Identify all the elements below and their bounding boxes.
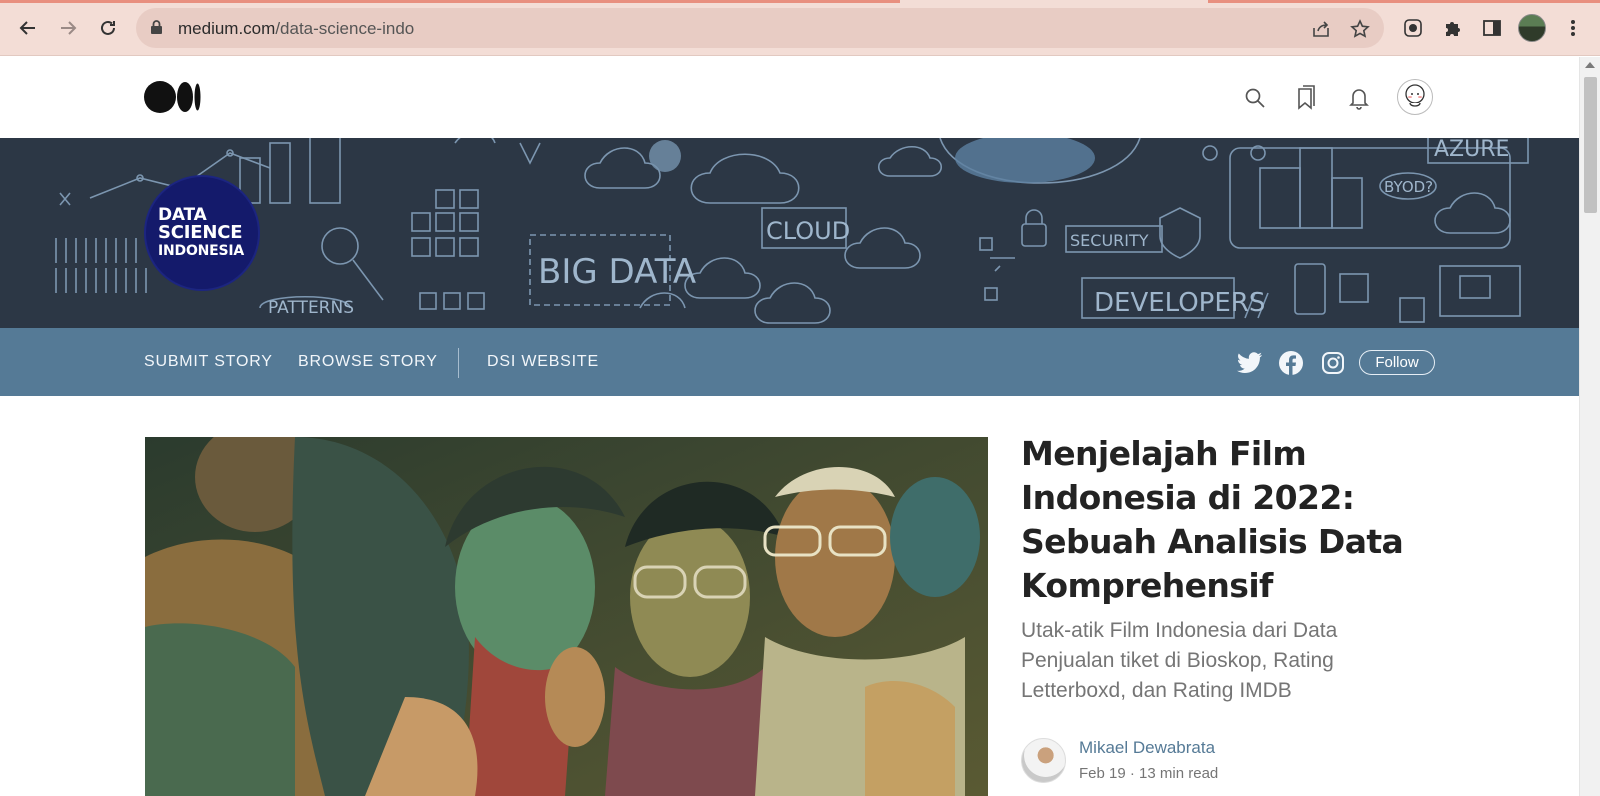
publication-logo[interactable]: DATA SCIENCE INDONESIA	[144, 175, 260, 291]
page-scrollbar[interactable]	[1579, 57, 1600, 796]
forward-arrow-icon[interactable]	[54, 14, 82, 42]
svg-text:AZURE: AZURE	[1434, 138, 1509, 162]
article-read-time: 13 min read	[1139, 765, 1219, 782]
kebab-menu-icon[interactable]	[1560, 15, 1586, 41]
tab-strip-accent	[0, 0, 900, 3]
author-avatar[interactable]	[1021, 738, 1066, 783]
bell-icon[interactable]	[1345, 84, 1373, 112]
article-meta: Feb 19 · 13 min read	[1079, 765, 1219, 782]
instagram-icon[interactable]	[1320, 350, 1346, 376]
article-title[interactable]: Menjelajah Film Indonesia di 2022: Sebua…	[1021, 432, 1421, 608]
browse-story-link[interactable]: BROWSE STORY	[298, 353, 438, 371]
twitter-icon[interactable]	[1237, 350, 1263, 376]
side-panel-icon[interactable]	[1479, 15, 1505, 41]
article-subtitle[interactable]: Utak-atik Film Indonesia dari Data Penju…	[1021, 616, 1421, 706]
puzzle-icon[interactable]	[1440, 15, 1466, 41]
back-arrow-icon[interactable]	[14, 14, 42, 42]
svg-text:BIG DATA: BIG DATA	[538, 252, 696, 292]
publication-logo-line-2: SCIENCE	[158, 222, 243, 243]
medium-logo-icon[interactable]	[144, 81, 202, 118]
search-icon[interactable]	[1241, 84, 1269, 112]
profile-avatar[interactable]	[1518, 14, 1546, 42]
star-icon[interactable]	[1349, 18, 1371, 40]
extension-icon[interactable]	[1400, 15, 1426, 41]
publication-logo-line-3: INDONESIA	[158, 243, 245, 259]
svg-text:SECURITY: SECURITY	[1070, 231, 1149, 250]
address-bar[interactable]: medium.com/data-science-indo	[136, 8, 1384, 48]
article-hero-image[interactable]	[145, 437, 988, 796]
page-viewport: BIG DATA CLOUD SECURITY DEVELOPERS PATTE…	[0, 57, 1579, 796]
svg-text:PATTERNS: PATTERNS	[268, 298, 354, 318]
submit-story-link[interactable]: SUBMIT STORY	[144, 353, 273, 371]
medium-header	[0, 57, 1579, 138]
facebook-icon[interactable]	[1278, 350, 1304, 376]
svg-text:BYOD?: BYOD?	[1384, 178, 1433, 196]
share-icon[interactable]	[1310, 18, 1332, 40]
follow-button[interactable]: Follow	[1359, 350, 1435, 375]
url-text: medium.com/data-science-indo	[178, 19, 415, 38]
publication-nav: SUBMIT STORY BROWSE STORY DSI WEBSITE Fo…	[0, 328, 1579, 396]
author-name[interactable]: Mikael Dewabrata	[1079, 738, 1215, 758]
tab-strip-accent-right	[1208, 0, 1600, 3]
publication-banner: BIG DATA CLOUD SECURITY DEVELOPERS PATTE…	[0, 138, 1579, 328]
dsi-website-link[interactable]: DSI WEBSITE	[487, 353, 599, 371]
reload-icon[interactable]	[94, 14, 122, 42]
svg-text:DEVELOPERS: DEVELOPERS	[1094, 288, 1265, 318]
featured-article[interactable]: Menjelajah Film Indonesia di 2022: Sebua…	[1021, 432, 1421, 706]
nav-divider	[458, 348, 459, 378]
svg-text:CLOUD: CLOUD	[766, 217, 850, 245]
scrollbar-thumb[interactable]	[1584, 77, 1597, 213]
browser-toolbar: medium.com/data-science-indo	[0, 0, 1600, 56]
user-avatar[interactable]	[1397, 79, 1433, 115]
hero-painting	[145, 437, 988, 796]
bookmarks-icon[interactable]	[1293, 84, 1321, 112]
article-date: Feb 19	[1079, 765, 1126, 782]
author-byline: Mikael Dewabrata Feb 19 · 13 min read	[1021, 738, 1421, 788]
scroll-up-arrow-icon[interactable]	[1585, 62, 1595, 68]
lock-icon[interactable]	[150, 20, 163, 40]
